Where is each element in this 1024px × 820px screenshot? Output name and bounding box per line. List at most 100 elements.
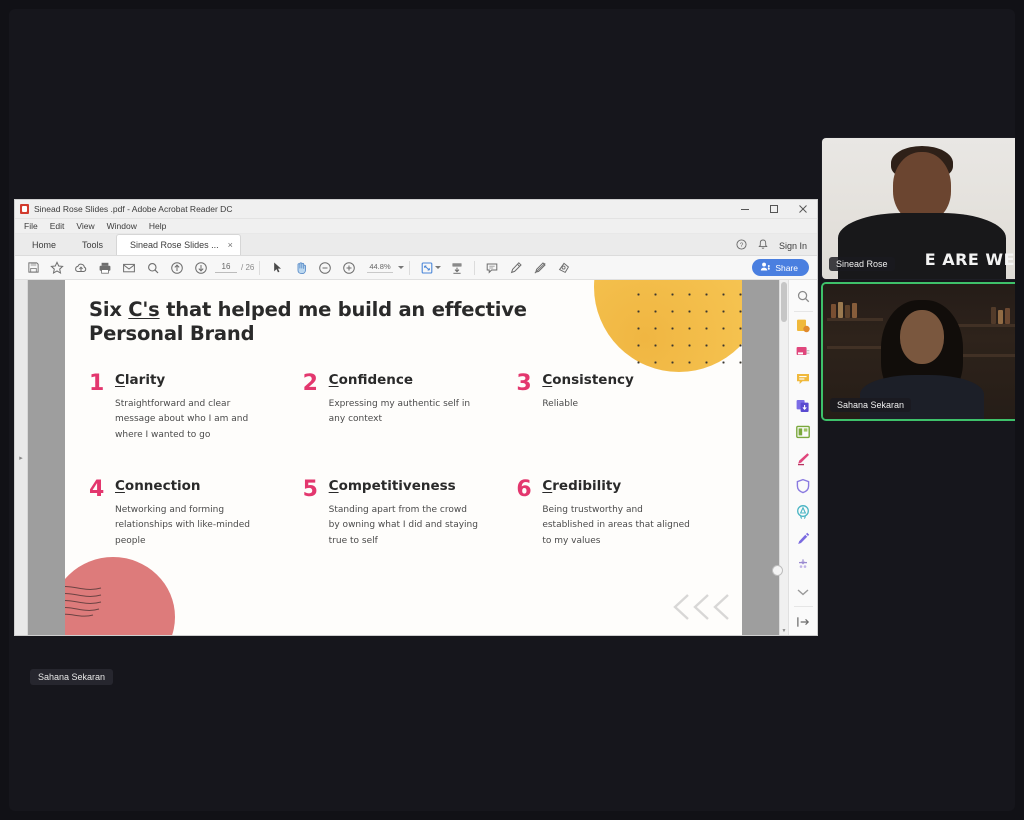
page-number-input[interactable]: 16 — [215, 262, 237, 273]
slide-title-prefix: Six — [89, 298, 129, 321]
tab-home[interactable]: Home — [19, 234, 69, 255]
star-icon[interactable] — [45, 257, 69, 279]
tab-tools[interactable]: Tools — [69, 234, 116, 255]
scroll-mode-icon[interactable] — [445, 257, 469, 279]
item-term: Competitiveness — [329, 479, 479, 494]
cursor-icon[interactable] — [265, 257, 289, 279]
menu-item-file[interactable]: File — [24, 221, 38, 231]
fit-page-chevron-icon[interactable] — [434, 266, 441, 269]
search-tool-icon[interactable] — [790, 283, 817, 310]
menu-item-help[interactable]: Help — [149, 221, 166, 231]
item-number: 3 — [516, 370, 532, 396]
zoom-in-icon[interactable] — [337, 257, 361, 279]
print-icon[interactable] — [93, 257, 117, 279]
close-icon[interactable] — [788, 200, 817, 218]
item-number: 5 — [302, 477, 318, 502]
participant-tile-sinead-rose[interactable]: E ARE WE Sinead Rose — [821, 137, 1015, 280]
participant-name-label: Sinead Rose — [829, 257, 895, 271]
item-number: 6 — [516, 477, 532, 502]
item-term-initial: C — [542, 478, 553, 494]
tools-separator-2 — [793, 606, 813, 608]
minimize-icon[interactable] — [730, 200, 759, 218]
pdf-slide-page: Six C's that helped me build an effectiv… — [65, 280, 742, 635]
organize-pages-tool-icon[interactable] — [790, 419, 817, 446]
scrollbar-thumb[interactable] — [781, 282, 787, 322]
highlight-icon[interactable] — [504, 257, 528, 279]
maximize-icon[interactable] — [759, 200, 788, 218]
share-button[interactable]: Share — [752, 259, 809, 276]
combine-files-tool-icon[interactable] — [790, 392, 817, 419]
slide-title: Six C's that helped me build an effectiv… — [89, 298, 529, 347]
sign-in-button[interactable]: Sign In — [779, 241, 807, 251]
item-description: Expressing my authentic self in any cont… — [328, 398, 471, 425]
list-item: 4 Connection Networking and forming rela… — [89, 478, 291, 549]
expand-panel-icon[interactable] — [790, 608, 817, 635]
item-term-initial: C — [542, 371, 553, 388]
menu-item-window[interactable]: Window — [107, 221, 137, 231]
document-toolbar: 16 / 26 44.8% Share — [15, 256, 817, 280]
menu-item-edit[interactable]: Edit — [50, 221, 65, 231]
page-total-label: / 26 — [241, 263, 255, 272]
slide-title-underlined: C's — [128, 298, 160, 321]
draw-icon[interactable] — [528, 257, 552, 279]
menu-item-view[interactable]: View — [76, 221, 94, 231]
compress-tool-icon[interactable] — [790, 552, 817, 579]
participant-tile-sahana-sekaran[interactable]: Sahana Sekaran — [821, 282, 1015, 421]
previous-page-icon[interactable] — [165, 257, 189, 279]
create-pdf-tool-icon[interactable] — [790, 339, 817, 366]
hand-icon[interactable] — [289, 257, 313, 279]
item-term-rest: ompetitiveness — [338, 478, 456, 494]
list-item: 2 Confidence Expressing my authentic sel… — [303, 371, 505, 443]
left-panel-toggle[interactable]: ▸ — [15, 280, 28, 635]
chevron-down-icon[interactable] — [397, 266, 404, 269]
chevron-right-icon: ▸ — [19, 454, 23, 462]
tshirt-text: E ARE WE — [924, 250, 1015, 269]
save-icon[interactable] — [21, 257, 45, 279]
item-number: 1 — [89, 370, 105, 396]
next-page-icon[interactable] — [189, 257, 213, 279]
bell-icon[interactable] — [758, 239, 768, 252]
share-person-icon — [760, 261, 771, 274]
item-term-rest: redibility — [552, 478, 622, 494]
tab-document[interactable]: Sinead Rose Slides ... × — [116, 234, 241, 255]
tab-close-icon[interactable]: × — [228, 240, 233, 250]
item-term-rest: onfidence — [338, 371, 414, 388]
meeting-stage: Sinead Rose Slides .pdf - Adobe Acrobat … — [9, 9, 1015, 811]
search-icon[interactable] — [141, 257, 165, 279]
edit-pdf-tool-icon[interactable] — [790, 526, 817, 553]
tab-home-label: Home — [32, 239, 57, 250]
vertical-scrollbar[interactable]: ▲ ▼ — [779, 280, 788, 635]
window-controls — [730, 200, 817, 218]
shared-screen-acrobat-window: Sinead Rose Slides .pdf - Adobe Acrobat … — [14, 199, 818, 636]
item-description: Straightforward and clear message about … — [115, 398, 249, 440]
more-tools-chevron-icon[interactable] — [790, 579, 817, 606]
slide-content: Six C's that helped me build an effectiv… — [65, 280, 742, 635]
cloud-upload-icon[interactable] — [69, 257, 93, 279]
fill-sign-tool-icon[interactable] — [790, 446, 817, 473]
zoom-out-icon[interactable] — [313, 257, 337, 279]
help-icon[interactable]: ? — [736, 239, 747, 252]
item-term: Consistency — [542, 371, 634, 388]
protect-tool-icon[interactable] — [790, 472, 817, 499]
toolbar-separator — [259, 260, 261, 275]
page-viewport[interactable]: Six C's that helped me build an effectiv… — [28, 280, 779, 635]
menu-bar: File Edit View Window Help — [15, 219, 817, 234]
comment-tool-icon[interactable] — [790, 366, 817, 393]
page-resize-handle[interactable] — [772, 565, 783, 576]
stamp-icon[interactable] — [552, 257, 576, 279]
certificate-tool-icon[interactable] — [790, 499, 817, 526]
list-item: 1 Clarity Straightforward and clear mess… — [89, 370, 291, 443]
item-term-initial: C — [328, 478, 339, 494]
comment-icon[interactable] — [480, 257, 504, 279]
item-term: Credibility — [542, 479, 692, 494]
document-area: ▸ Six C's that helped me build an effect… — [15, 280, 817, 635]
scroll-down-icon[interactable]: ▼ — [780, 626, 788, 635]
item-term: Connection — [115, 479, 265, 494]
export-pdf-tool-icon[interactable] — [790, 313, 817, 340]
zoom-control[interactable]: 44.8% — [367, 262, 404, 273]
email-icon[interactable] — [117, 257, 141, 279]
item-description: Networking and forming relationships wit… — [115, 504, 251, 546]
zoom-level-value[interactable]: 44.8% — [367, 262, 393, 273]
item-description: Being trustworthy and established in are… — [542, 504, 690, 546]
right-tools-panel — [788, 280, 817, 635]
